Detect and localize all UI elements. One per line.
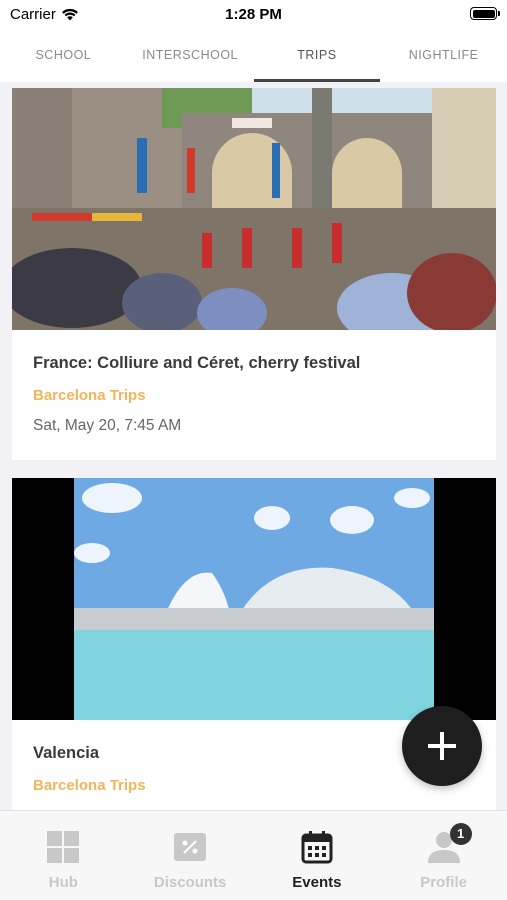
battery-icon — [470, 7, 500, 20]
status-time: 1:28 PM — [225, 6, 282, 23]
profile-icon-wrap: 1 — [426, 823, 472, 865]
calendar-icon — [301, 831, 333, 864]
nav-label-discounts: Discounts — [153, 874, 227, 891]
discount-icon — [174, 833, 207, 861]
event-organizer[interactable]: Barcelona Trips — [33, 777, 475, 794]
event-image — [12, 478, 496, 720]
category-tabs: SCHOOL INTERSCHOOL TRIPS NIGHTLIFE — [0, 30, 507, 82]
nav-hub[interactable]: Hub — [0, 811, 127, 900]
plus-icon — [428, 732, 456, 760]
event-card[interactable]: France: Colliure and Céret, cherry festi… — [12, 88, 496, 460]
bottom-nav: Hub Discounts Events 1 Profile — [0, 810, 507, 900]
nav-label-events: Events — [292, 874, 342, 891]
tab-interschool[interactable]: INTERSCHOOL — [127, 30, 254, 82]
event-title: France: Colliure and Céret, cherry festi… — [33, 354, 361, 372]
nav-discounts[interactable]: Discounts — [127, 811, 254, 900]
status-bar: Carrier 1:28 PM — [0, 0, 507, 30]
nav-profile[interactable]: 1 Profile — [380, 811, 507, 900]
tab-school[interactable]: SCHOOL — [0, 30, 127, 82]
event-organizer[interactable]: Barcelona Trips — [33, 387, 475, 404]
tab-trips[interactable]: TRIPS — [253, 30, 381, 82]
tab-nightlife[interactable]: NIGHTLIFE — [380, 30, 507, 82]
nav-label-profile: Profile — [420, 874, 467, 891]
notification-badge: 1 — [449, 823, 472, 845]
nav-events[interactable]: Events — [254, 811, 381, 900]
add-event-button[interactable] — [402, 706, 482, 786]
event-image — [12, 88, 496, 330]
grid-icon — [47, 831, 80, 863]
event-date: Sat, May 20, 7:45 AM — [33, 417, 182, 434]
event-feed[interactable]: France: Colliure and Céret, cherry festi… — [12, 88, 496, 810]
nav-label-hub: Hub — [48, 874, 78, 891]
